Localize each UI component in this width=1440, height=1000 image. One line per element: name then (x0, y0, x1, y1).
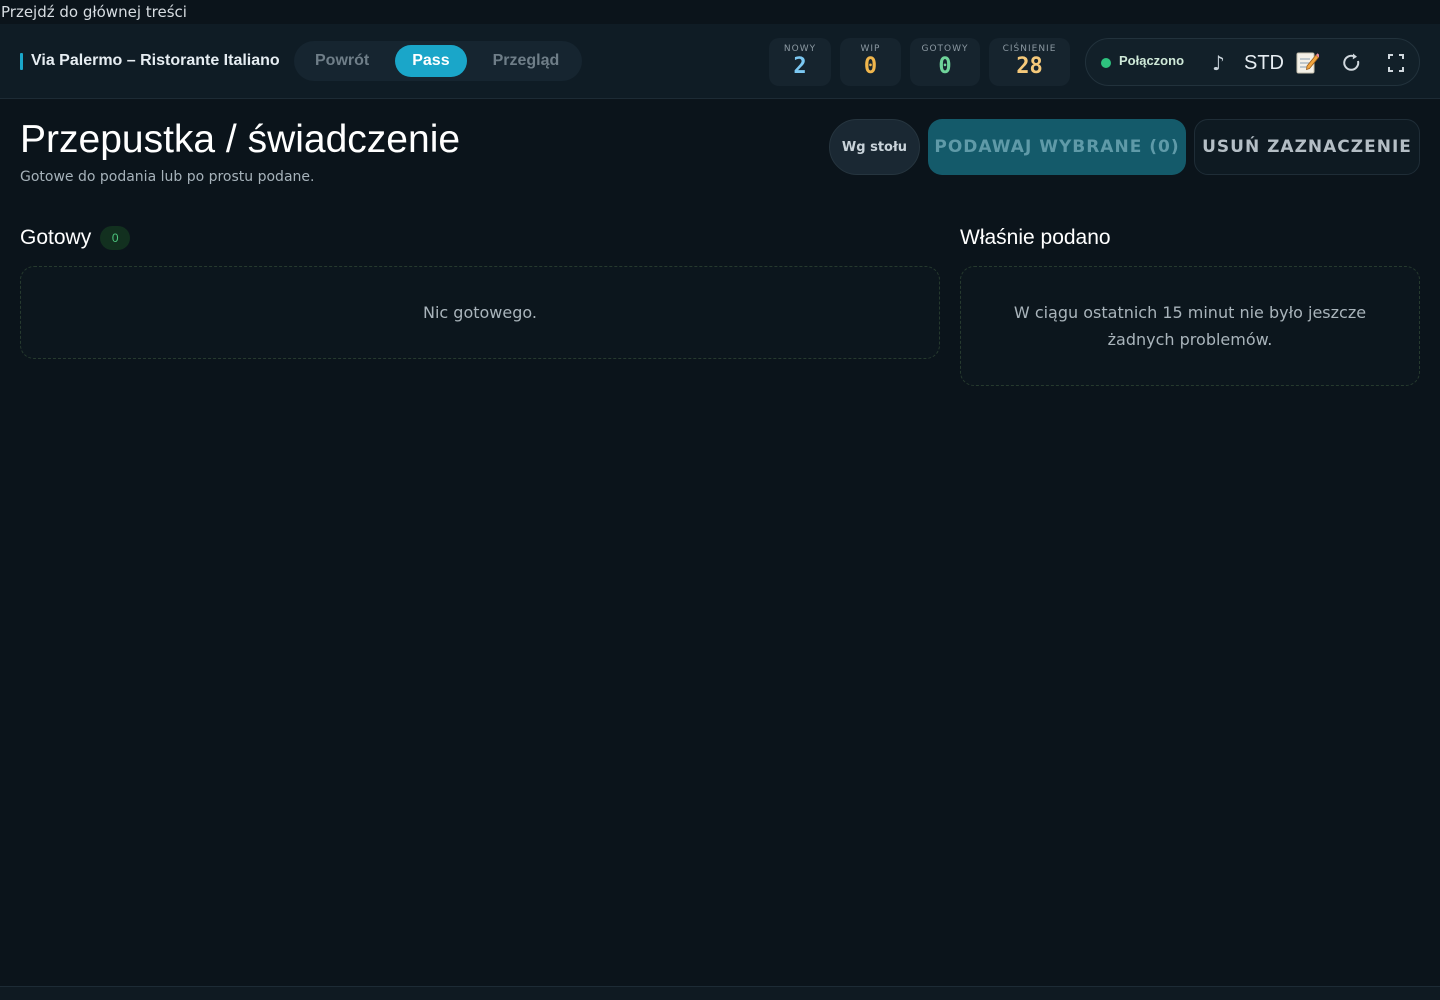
footer-bar (0, 986, 1440, 1000)
refresh-icon[interactable] (1342, 49, 1362, 77)
mode-tab-back[interactable]: Powrót (298, 45, 386, 77)
mode-tab-overview[interactable]: Przegląd (476, 45, 577, 77)
stat-new: NOWY 2 (769, 38, 831, 86)
stat-pressure: CIŚNIENIE 28 (989, 38, 1070, 86)
view-mode-switch: Powrót Pass Przegląd (294, 41, 582, 81)
served-section-title: Właśnie podano (960, 226, 1111, 249)
page-subtitle: Gotowe do podania lub po prostu podane. (20, 169, 315, 185)
ready-empty-message: Nic gotowego. (423, 303, 537, 322)
mode-std-label[interactable]: STD (1244, 49, 1284, 77)
stat-ready: GOTOWY 0 (910, 38, 980, 86)
music-note-icon[interactable]: ♪ (1212, 49, 1225, 77)
mode-tab-pass[interactable]: Pass (395, 45, 467, 77)
brand: Via Palermo – Ristorante Italiano (20, 52, 280, 70)
stat-label: WIP (860, 44, 881, 54)
served-empty-message: W ciągu ostatnich 15 minut nie było jesz… (1013, 303, 1367, 349)
stat-value: 0 (938, 54, 952, 79)
page-title: Przepustka / świadczenie (20, 118, 461, 161)
ready-section-title: Gotowy (20, 226, 92, 249)
ready-count-badge: 0 (100, 226, 131, 250)
brand-accent-bar (20, 52, 23, 70)
stat-value: 0 (863, 54, 878, 79)
stat-value: 28 (1016, 54, 1043, 79)
stat-label: GOTOWY (921, 44, 969, 54)
clear-selection-button[interactable]: USUŃ ZAZNACZENIE (1194, 119, 1420, 175)
ready-panel: Nic gotowego. (20, 266, 940, 359)
fullscreen-icon[interactable] (1386, 49, 1406, 77)
stat-label: CIŚNIENIE (1002, 44, 1057, 54)
served-panel: W ciągu ostatnich 15 minut nie było jesz… (960, 266, 1420, 386)
stat-value: 2 (793, 54, 807, 79)
stat-wip: WIP 0 (840, 38, 901, 86)
status-controls: Połączono ♪ STD (1085, 38, 1420, 86)
serve-selected-button[interactable]: PODAWAJ WYBRANE (0) (928, 119, 1186, 175)
connection-status-dot (1101, 58, 1111, 68)
ready-section-header: Gotowy 0 (20, 226, 131, 250)
connection-status-label: Połączono (1119, 53, 1185, 68)
served-section-header: Właśnie podano (960, 226, 1111, 250)
ticket-stats: NOWY 2 WIP 0 GOTOWY 0 CIŚNIENIE 28 (769, 38, 1070, 86)
restaurant-name: Via Palermo – Ristorante Italiano (31, 52, 280, 69)
top-bar: Via Palermo – Ristorante Italiano Powrót… (0, 24, 1440, 99)
group-by-table-button[interactable]: Wg stołu (829, 119, 920, 175)
stat-label: NOWY (783, 44, 817, 54)
memo-icon[interactable] (1295, 49, 1320, 75)
skip-to-content-link[interactable]: Przejdź do głównej treści (0, 0, 187, 24)
